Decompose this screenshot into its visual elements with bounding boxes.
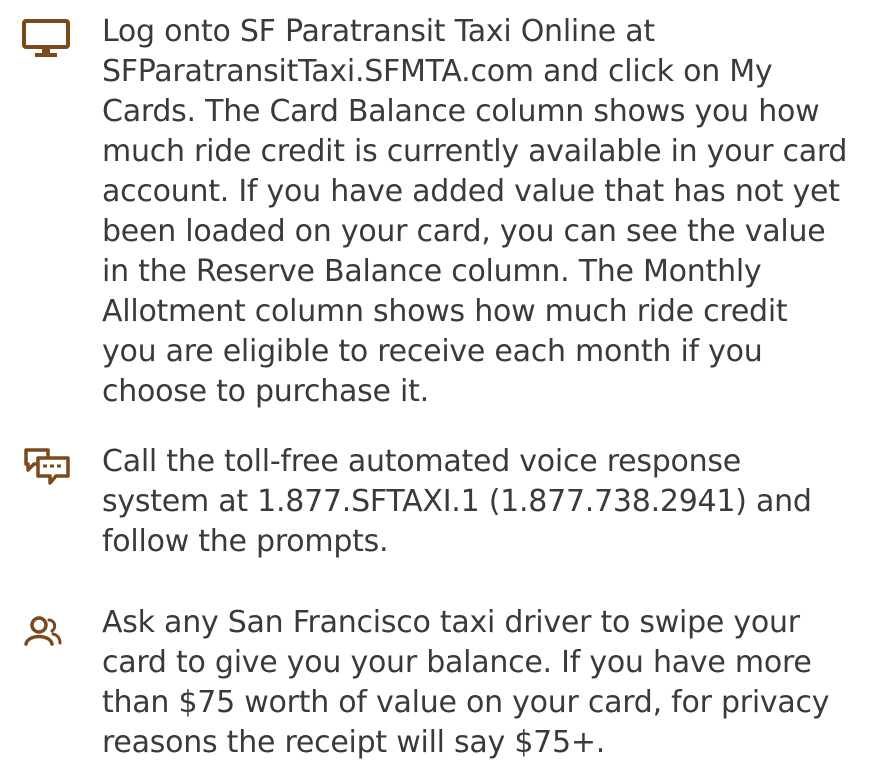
text-line: Log onto SF Paratransit Taxi Online at xyxy=(102,14,655,49)
text-line: Cards. The Card Balance column shows you… xyxy=(102,94,820,129)
text-line: system at 1.877.SFTAXI.1 (1.877.738.2941… xyxy=(102,484,812,519)
text-line: than $75 worth of value on your card, fo… xyxy=(102,685,830,720)
text-line: Call the toll-free automated voice respo… xyxy=(102,444,741,479)
text-line: been loaded on your card, you can see th… xyxy=(102,214,826,249)
computer-monitor-icon xyxy=(22,17,74,61)
text-line: reasons the receipt will say $75+. xyxy=(102,725,606,760)
instruction-text-driver: Ask any San Francisco taxi driver to swi… xyxy=(102,603,862,763)
text-line: card to give you your balance. If you ha… xyxy=(102,645,812,680)
text-line: choose to purchase it. xyxy=(102,374,429,409)
speech-bubbles-icon xyxy=(22,446,74,490)
text-line: you are eligible to receive each month i… xyxy=(102,334,763,369)
text-line: SFParatransitTaxi.SFMTA.com and click on… xyxy=(102,54,773,89)
text-line: Ask any San Francisco taxi driver to swi… xyxy=(102,605,800,640)
people-icon xyxy=(22,614,74,658)
instruction-text-phone: Call the toll-free automated voice respo… xyxy=(102,442,862,562)
instruction-text-online: Log onto SF Paratransit Taxi Online at S… xyxy=(102,12,862,412)
text-line: much ride credit is currently available … xyxy=(102,134,848,169)
text-line: follow the prompts. xyxy=(102,524,389,559)
text-line: in the Reserve Balance column. The Month… xyxy=(102,254,762,289)
text-line: account. If you have added value that ha… xyxy=(102,174,840,209)
text-line: Allotment column shows how much ride cre… xyxy=(102,294,788,329)
